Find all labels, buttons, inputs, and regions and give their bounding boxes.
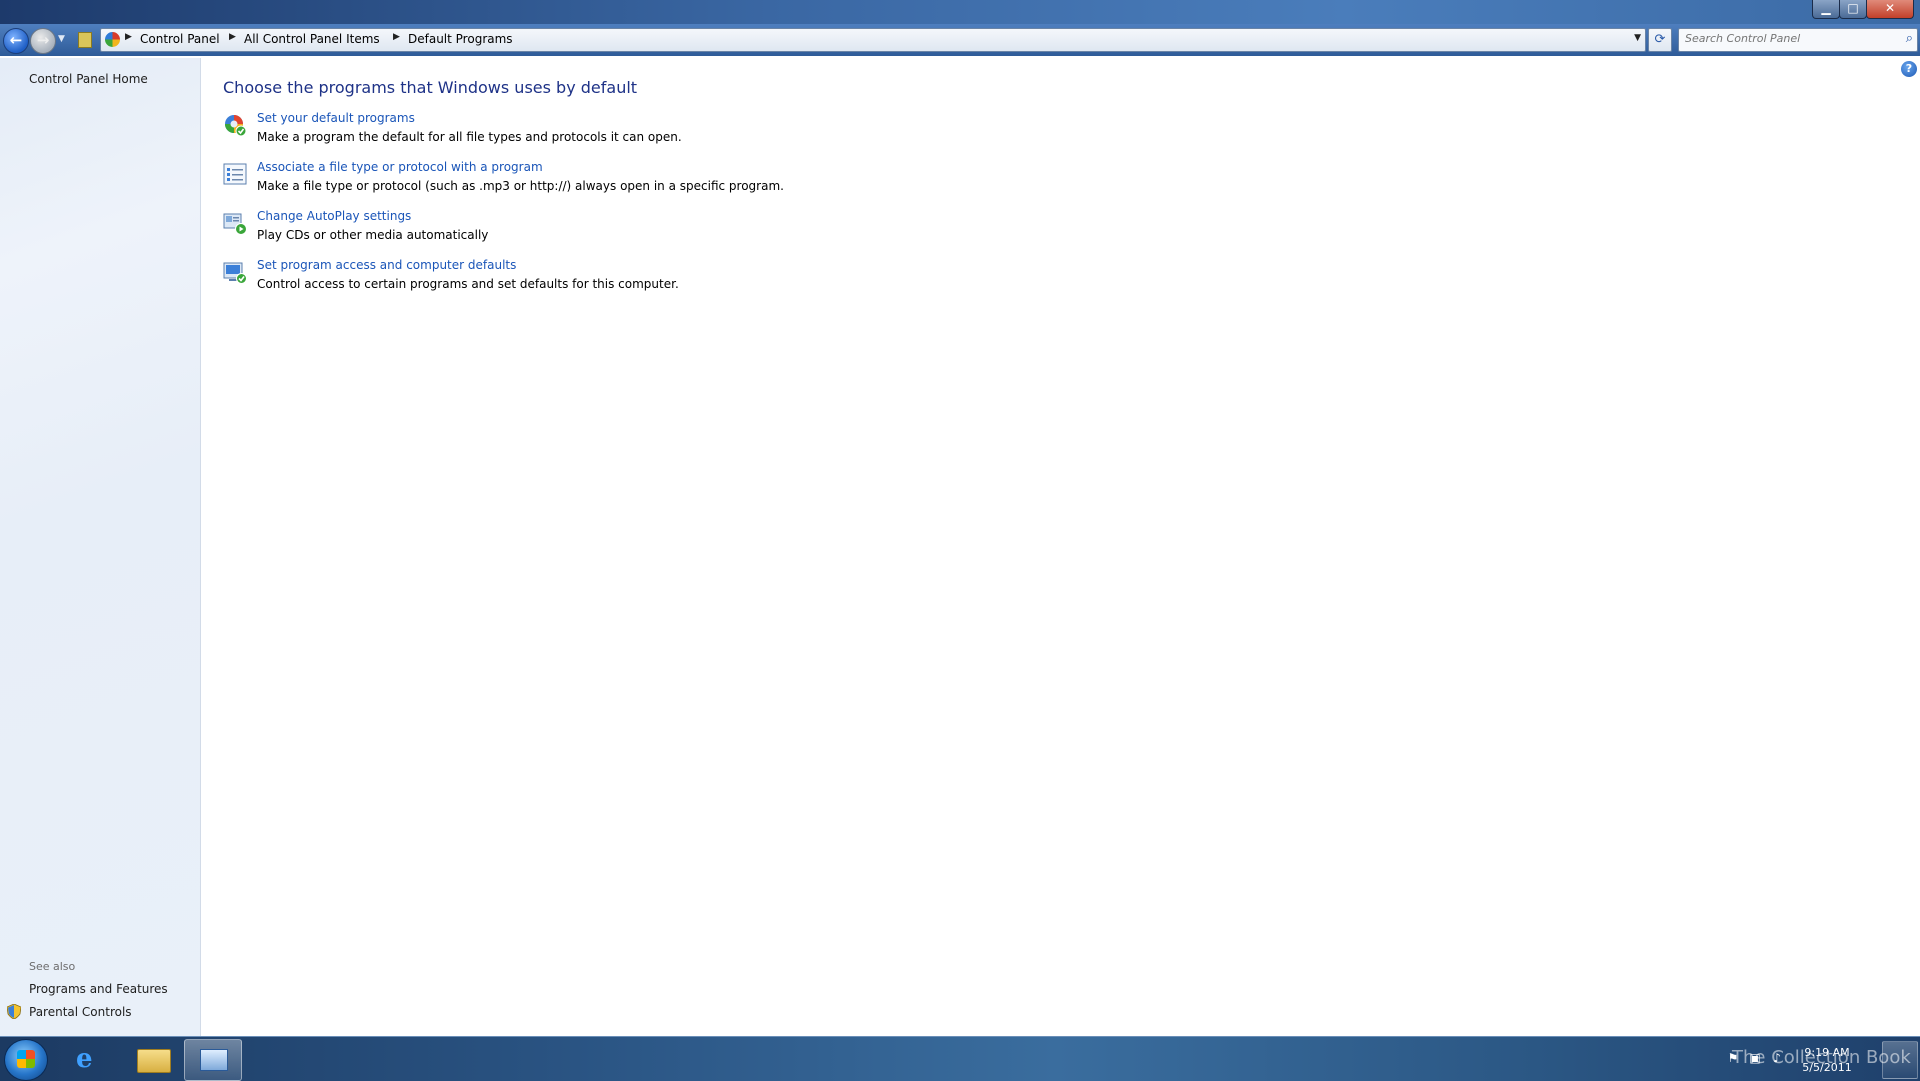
main-content: ? Choose the programs that Windows uses … bbox=[201, 58, 1920, 1036]
breadcrumb-control-panel[interactable]: Control Panel bbox=[140, 32, 220, 46]
internet-explorer-icon: e bbox=[76, 1044, 93, 1074]
set-default-programs-link[interactable]: Set your default programs bbox=[257, 111, 415, 125]
associate-file-type-link[interactable]: Associate a file type or protocol with a… bbox=[257, 160, 543, 174]
autoplay-icon bbox=[223, 213, 247, 235]
breadcrumb-separator-icon[interactable]: ▶ bbox=[125, 32, 132, 42]
control-panel-window-icon bbox=[200, 1049, 228, 1071]
file-association-icon bbox=[223, 163, 247, 185]
programs-and-features-link[interactable]: Programs and Features bbox=[29, 982, 168, 996]
breadcrumb-default-programs[interactable]: Default Programs bbox=[408, 32, 513, 46]
folder-icon bbox=[137, 1049, 171, 1073]
task-description: Make a program the default for all file … bbox=[257, 130, 682, 144]
search-box[interactable]: ⌕ bbox=[1678, 28, 1918, 52]
shield-icon bbox=[7, 1004, 21, 1019]
navigation-bar: ← → ▼ ▶ Control Panel ▶ All Control Pane… bbox=[0, 24, 1920, 56]
volume-icon[interactable]: ♪ bbox=[1770, 1051, 1784, 1065]
action-center-flag-icon[interactable]: ⚑ bbox=[1726, 1051, 1740, 1065]
taskbar-internet-explorer[interactable]: e bbox=[62, 1039, 118, 1079]
task-item: Set your default programs Make a program… bbox=[223, 111, 923, 151]
maximize-button[interactable]: □ bbox=[1839, 0, 1867, 19]
search-input[interactable] bbox=[1685, 32, 1885, 45]
clock-date: 5/5/2011 bbox=[1802, 1061, 1852, 1074]
recent-pages-dropdown[interactable]: ▼ bbox=[58, 34, 65, 44]
program-access-defaults-link[interactable]: Set program access and computer defaults bbox=[257, 258, 516, 272]
network-icon[interactable]: ▣ bbox=[1748, 1051, 1762, 1065]
breadcrumb-separator-icon[interactable]: ▶ bbox=[229, 32, 236, 42]
back-button[interactable]: ← bbox=[3, 28, 29, 54]
breadcrumb-separator-icon[interactable]: ▶ bbox=[393, 32, 400, 42]
windows-logo-icon bbox=[17, 1050, 35, 1068]
control-panel-home-link[interactable]: Control Panel Home bbox=[29, 72, 148, 86]
minimize-button[interactable]: ▁ bbox=[1812, 0, 1840, 19]
clock-time: 9:19 AM bbox=[1804, 1046, 1850, 1059]
breadcrumb-all-items[interactable]: All Control Panel Items bbox=[244, 32, 380, 46]
show-desktop-button[interactable] bbox=[1882, 1041, 1918, 1079]
search-icon[interactable]: ⌕ bbox=[1906, 31, 1913, 46]
see-also-heading: See also bbox=[29, 960, 76, 973]
forward-button[interactable]: → bbox=[30, 28, 56, 54]
window-titlebar: ▁ □ ✕ bbox=[0, 0, 1920, 24]
page-title: Choose the programs that Windows uses by… bbox=[223, 78, 638, 97]
taskbar-windows-explorer[interactable] bbox=[124, 1039, 180, 1079]
folder-up-icon[interactable] bbox=[78, 32, 92, 48]
help-icon[interactable]: ? bbox=[1901, 61, 1917, 77]
taskbar: e The Collection Book ⚑ ▣ ♪ 9:19 AM 5/5/… bbox=[0, 1036, 1920, 1081]
control-panel-icon bbox=[105, 32, 120, 47]
address-bar[interactable]: ▶ Control Panel ▶ All Control Panel Item… bbox=[100, 28, 1646, 52]
parental-controls-link[interactable]: Parental Controls bbox=[29, 1005, 132, 1019]
change-autoplay-link[interactable]: Change AutoPlay settings bbox=[257, 209, 411, 223]
task-item: Change AutoPlay settings Play CDs or oth… bbox=[223, 209, 923, 249]
task-description: Control access to certain programs and s… bbox=[257, 277, 679, 291]
task-item: Associate a file type or protocol with a… bbox=[223, 160, 923, 200]
task-description: Make a file type or protocol (such as .m… bbox=[257, 179, 784, 193]
program-access-icon bbox=[223, 262, 247, 284]
system-clock[interactable]: 9:19 AM 5/5/2011 bbox=[1790, 1045, 1864, 1075]
task-item: Set program access and computer defaults… bbox=[223, 258, 923, 298]
close-button[interactable]: ✕ bbox=[1866, 0, 1914, 19]
address-dropdown-icon[interactable]: ▼ bbox=[1634, 33, 1641, 43]
taskbar-control-panel[interactable] bbox=[184, 1039, 242, 1081]
task-description: Play CDs or other media automatically bbox=[257, 228, 489, 242]
refresh-button[interactable]: ⟳ bbox=[1648, 28, 1672, 52]
start-button[interactable] bbox=[4, 1039, 48, 1081]
left-task-pane: Control Panel Home See also Programs and… bbox=[0, 58, 201, 1036]
default-programs-icon bbox=[225, 115, 247, 137]
